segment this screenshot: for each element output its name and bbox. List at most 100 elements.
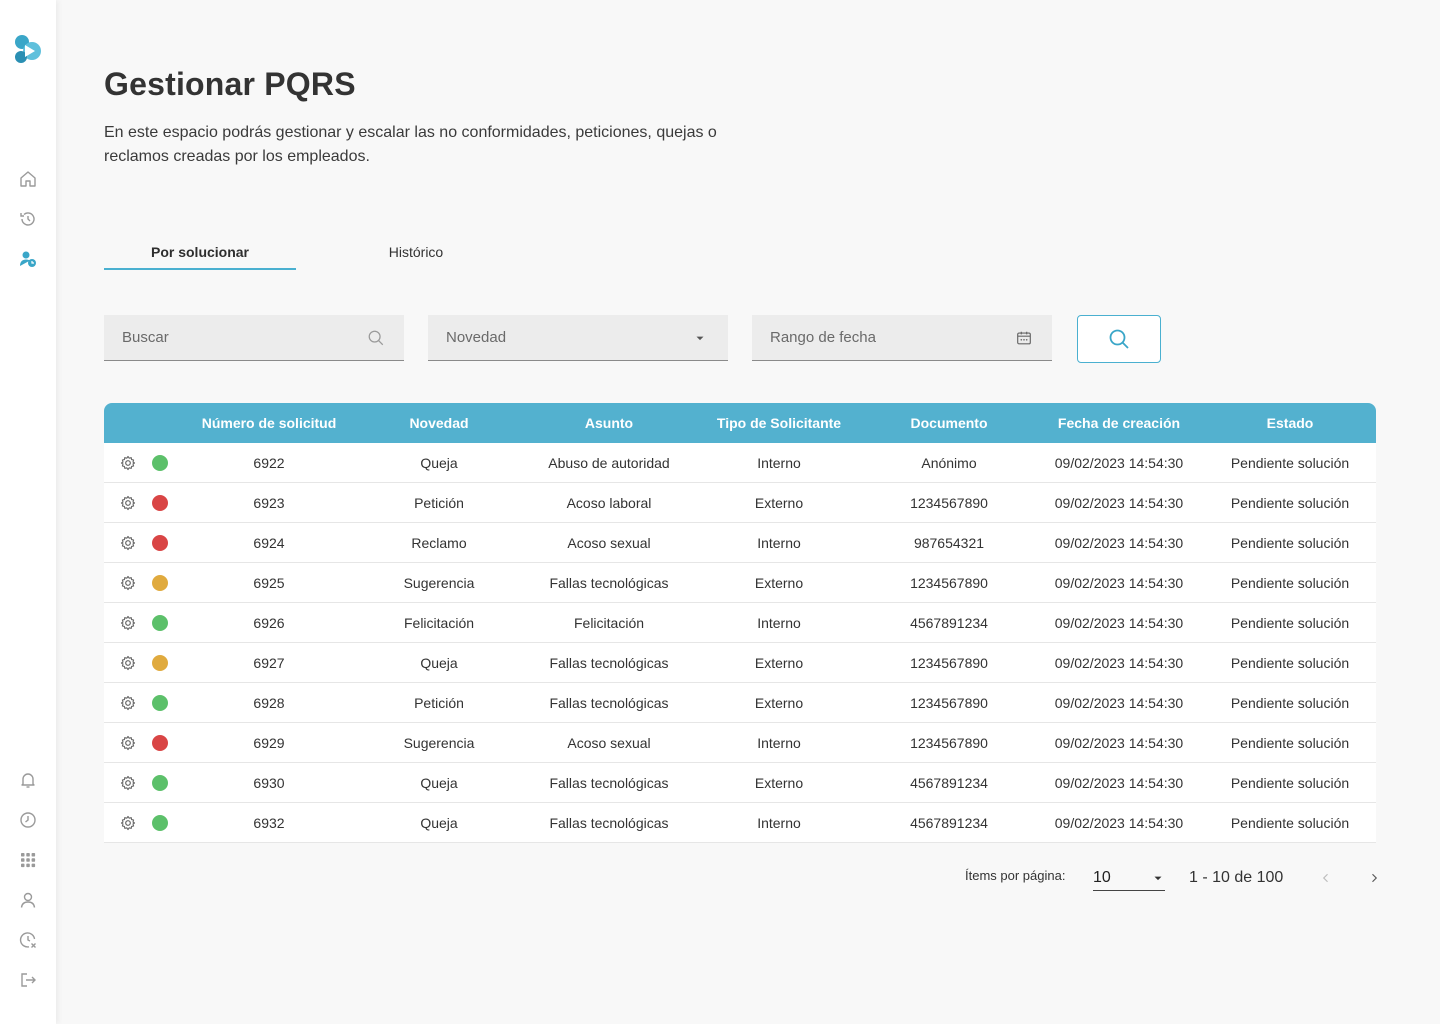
clock-cancel-icon[interactable]	[16, 928, 40, 952]
date-range-input[interactable]: Rango de fecha	[752, 315, 1052, 361]
row-actions	[104, 654, 184, 671]
cell-numero: 6930	[253, 774, 285, 791]
cell-tipo: Externo	[754, 694, 804, 711]
table-body: 6922 Queja Abuso de autoridad Interno Anónim…	[104, 443, 1376, 843]
table-row[interactable]: 6926 Felicitación Felicitación Interno 45678…	[104, 603, 1376, 643]
table-row[interactable]: 6928 Petición Fallas tecnológicas Externo 12…	[104, 683, 1376, 723]
date-range-placeholder: Rango de fecha	[770, 329, 876, 346]
cell-fecha: 09/02/2023 14:54:30	[1054, 814, 1184, 831]
cell-fecha: 09/02/2023 14:54:30	[1054, 454, 1184, 471]
cell-asunto: Acoso laboral	[566, 494, 652, 511]
gear-icon[interactable]	[120, 655, 136, 671]
search-input[interactable]: Buscar	[104, 315, 404, 361]
app-logo[interactable]	[10, 32, 46, 68]
status-dot	[152, 494, 168, 511]
cell-numero: 6932	[253, 814, 285, 831]
header-documento[interactable]: Documento	[864, 415, 1034, 431]
cell-fecha: 09/02/2023 14:54:30	[1054, 654, 1184, 671]
status-dot	[152, 654, 168, 671]
cell-tipo: Externo	[754, 494, 804, 511]
header-novedad[interactable]: Novedad	[354, 415, 524, 431]
cell-estado: Pendiente solución	[1230, 774, 1350, 791]
user-icon[interactable]	[16, 888, 40, 912]
gear-icon[interactable]	[120, 615, 136, 631]
row-actions	[104, 574, 184, 591]
page-size-value: 10	[1093, 869, 1111, 886]
cell-fecha: 09/02/2023 14:54:30	[1054, 574, 1184, 591]
status-dot	[152, 534, 168, 551]
status-dot	[152, 614, 168, 631]
bell-icon[interactable]	[16, 768, 40, 792]
status-dot	[152, 814, 168, 831]
gear-icon[interactable]	[120, 735, 136, 751]
cell-estado: Pendiente solución	[1230, 494, 1350, 511]
sidebar	[0, 0, 56, 1024]
cell-estado: Pendiente solución	[1230, 454, 1350, 471]
cell-documento: 1234567890	[910, 654, 988, 671]
row-actions	[104, 614, 184, 631]
cell-fecha: 09/02/2023 14:54:30	[1054, 614, 1184, 631]
gear-icon[interactable]	[120, 775, 136, 791]
tab-historico[interactable]: Histórico	[334, 236, 498, 268]
cell-numero: 6927	[253, 654, 285, 671]
header-estado[interactable]: Estado	[1204, 415, 1376, 431]
header-tipo[interactable]: Tipo de Solicitante	[694, 415, 864, 431]
tabs: Por solucionar Histórico	[104, 236, 504, 270]
gear-icon[interactable]	[120, 695, 136, 711]
home-icon[interactable]	[16, 167, 40, 191]
cell-novedad: Reclamo	[411, 534, 467, 551]
header-numero[interactable]: Número de solicitud	[184, 415, 354, 431]
row-actions	[104, 774, 184, 791]
cell-fecha: 09/02/2023 14:54:30	[1054, 774, 1184, 791]
logout-icon[interactable]	[16, 968, 40, 992]
search-button[interactable]	[1077, 315, 1161, 363]
page-subtitle: En este espacio podrás gestionar y escal…	[104, 124, 717, 165]
table-row[interactable]: 6924 Reclamo Acoso sexual Interno 987654321 0…	[104, 523, 1376, 563]
cell-estado: Pendiente solución	[1230, 814, 1350, 831]
cell-numero: 6929	[253, 734, 285, 751]
table-row[interactable]: 6930 Queja Fallas tecnológicas Externo 45678…	[104, 763, 1376, 803]
pagination: Ítems por página: 10 1 - 10 de 100	[960, 866, 1380, 892]
cell-asunto: Fallas tecnológicas	[549, 654, 669, 671]
cell-numero: 6926	[253, 614, 285, 631]
cell-documento: 4567891234	[910, 614, 988, 631]
table-row[interactable]: 6927 Queja Fallas tecnológicas Externo 12345…	[104, 643, 1376, 683]
gear-icon[interactable]	[120, 815, 136, 831]
cell-novedad: Queja	[420, 654, 458, 671]
novedad-select[interactable]: Novedad	[428, 315, 728, 361]
header-fecha[interactable]: Fecha de creación	[1034, 415, 1204, 431]
chevron-right-icon	[1372, 873, 1378, 883]
table-row[interactable]: 6923 Petición Acoso laboral Externo 12345678…	[104, 483, 1376, 523]
table-row[interactable]: 6929 Sugerencia Acoso sexual Interno 1234567…	[104, 723, 1376, 763]
cell-estado: Pendiente solución	[1230, 734, 1350, 751]
cell-documento: Anónimo	[921, 454, 977, 471]
cell-novedad: Queja	[420, 774, 458, 791]
status-dot	[152, 454, 168, 471]
next-page-button[interactable]	[1366, 869, 1382, 887]
tab-por-solucionar[interactable]: Por solucionar	[104, 236, 296, 270]
prev-page-button[interactable]	[1318, 869, 1334, 887]
history-icon[interactable]	[16, 207, 40, 231]
cell-numero: 6925	[253, 574, 285, 591]
clock-icon[interactable]	[16, 808, 40, 832]
cell-tipo: Externo	[754, 574, 804, 591]
gear-icon[interactable]	[120, 575, 136, 591]
table-row[interactable]: 6925 Sugerencia Fallas tecnológicas Externo…	[104, 563, 1376, 603]
cell-estado: Pendiente solución	[1230, 614, 1350, 631]
cell-fecha: 09/02/2023 14:54:30	[1054, 494, 1184, 511]
user-clock-icon[interactable]	[16, 247, 40, 271]
table-header: Número de solicitud Novedad Asunto Tipo …	[104, 403, 1376, 443]
cell-asunto: Fallas tecnológicas	[549, 694, 669, 711]
header-asunto[interactable]: Asunto	[524, 415, 694, 431]
grid-icon[interactable]	[16, 848, 40, 872]
cell-asunto: Abuso de autoridad	[548, 454, 670, 471]
cell-novedad: Sugerencia	[403, 734, 475, 751]
gear-icon[interactable]	[120, 495, 136, 511]
table-row[interactable]: 6922 Queja Abuso de autoridad Interno Anónim…	[104, 443, 1376, 483]
cell-documento: 1234567890	[910, 574, 988, 591]
table-row[interactable]: 6932 Queja Fallas tecnológicas Interno 45678…	[104, 803, 1376, 843]
page-size-select[interactable]: 10	[1093, 866, 1165, 891]
novedad-placeholder: Novedad	[446, 329, 507, 346]
gear-icon[interactable]	[120, 455, 136, 471]
gear-icon[interactable]	[120, 535, 136, 551]
